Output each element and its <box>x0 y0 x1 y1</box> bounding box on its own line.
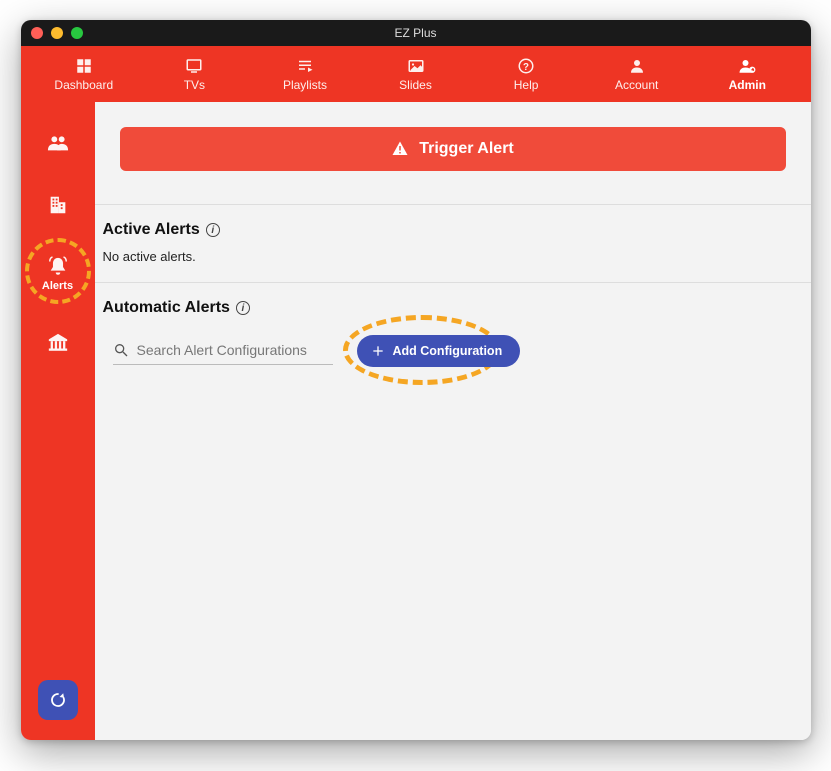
sidebar-item-buildings[interactable] <box>28 194 88 216</box>
minimize-window-button[interactable] <box>51 27 63 39</box>
sidebar: Alerts <box>21 102 95 740</box>
refresh-button[interactable] <box>38 680 78 720</box>
refresh-icon <box>49 691 67 709</box>
nav-slides-label: Slides <box>399 78 432 92</box>
building-icon <box>47 194 69 216</box>
search-alert-configurations[interactable] <box>113 338 333 365</box>
trigger-alert-label: Trigger Alert <box>419 140 514 158</box>
nav-dashboard[interactable]: Dashboard <box>29 46 140 102</box>
nav-account[interactable]: Account <box>581 46 692 102</box>
nav-playlists-label: Playlists <box>283 78 327 92</box>
admin-icon <box>737 57 757 75</box>
automatic-alerts-heading-text: Automatic Alerts <box>103 299 230 317</box>
sidebar-item-alerts[interactable]: Alerts <box>28 256 88 292</box>
nav-admin-label: Admin <box>729 78 766 92</box>
tv-icon <box>184 57 204 75</box>
sidebar-item-users[interactable] <box>28 132 88 154</box>
top-nav: Dashboard TVs Playlists Slides ? Help Ac… <box>21 46 811 102</box>
content-body: Alerts Trigger Alert Active Alert <box>21 102 811 740</box>
nav-tvs-label: TVs <box>184 78 205 92</box>
bell-icon <box>47 256 69 278</box>
institution-icon <box>47 332 69 354</box>
trigger-alert-button[interactable]: Trigger Alert <box>120 127 786 171</box>
nav-admin[interactable]: Admin <box>692 46 803 102</box>
trigger-alert-row: Trigger Alert <box>95 102 811 186</box>
plus-icon <box>371 344 385 358</box>
svg-text:?: ? <box>523 61 529 72</box>
add-configuration-wrap: Add Configuration <box>357 335 521 367</box>
main-content: Trigger Alert Active Alerts i No active … <box>95 102 811 740</box>
account-icon <box>627 57 647 75</box>
titlebar: EZ Plus <box>21 20 811 46</box>
close-window-button[interactable] <box>31 27 43 39</box>
nav-help[interactable]: ? Help <box>471 46 582 102</box>
nav-account-label: Account <box>615 78 658 92</box>
nav-tvs[interactable]: TVs <box>139 46 250 102</box>
sidebar-item-institution[interactable] <box>28 332 88 354</box>
playlist-icon <box>295 57 315 75</box>
search-icon <box>113 342 129 358</box>
active-alerts-section: Active Alerts i No active alerts. <box>95 204 811 282</box>
users-icon <box>47 132 69 154</box>
automatic-alerts-section: Automatic Alerts i Add Configurati <box>95 282 811 385</box>
sidebar-item-label: Alerts <box>42 280 73 292</box>
add-configuration-label: Add Configuration <box>393 344 503 358</box>
nav-help-label: Help <box>514 78 539 92</box>
nav-slides[interactable]: Slides <box>360 46 471 102</box>
window-title: EZ Plus <box>21 26 811 40</box>
maximize-window-button[interactable] <box>71 27 83 39</box>
active-alerts-empty-text: No active alerts. <box>103 249 789 264</box>
window-controls <box>31 27 83 39</box>
active-alerts-heading-text: Active Alerts <box>103 221 200 239</box>
active-alerts-heading: Active Alerts i <box>103 221 789 239</box>
search-input[interactable] <box>137 342 333 358</box>
nav-playlists[interactable]: Playlists <box>250 46 361 102</box>
nav-dashboard-label: Dashboard <box>54 78 113 92</box>
info-icon[interactable]: i <box>206 223 220 237</box>
automatic-alerts-heading: Automatic Alerts i <box>103 299 789 317</box>
app-window: EZ Plus Dashboard TVs Playlists Slides ?… <box>21 20 811 740</box>
automatic-alerts-controls: Add Configuration <box>103 335 789 367</box>
warning-icon <box>391 140 409 158</box>
info-icon[interactable]: i <box>236 301 250 315</box>
help-icon: ? <box>516 57 536 75</box>
add-configuration-button[interactable]: Add Configuration <box>357 335 521 367</box>
dashboard-icon <box>74 57 94 75</box>
slides-icon <box>406 57 426 75</box>
